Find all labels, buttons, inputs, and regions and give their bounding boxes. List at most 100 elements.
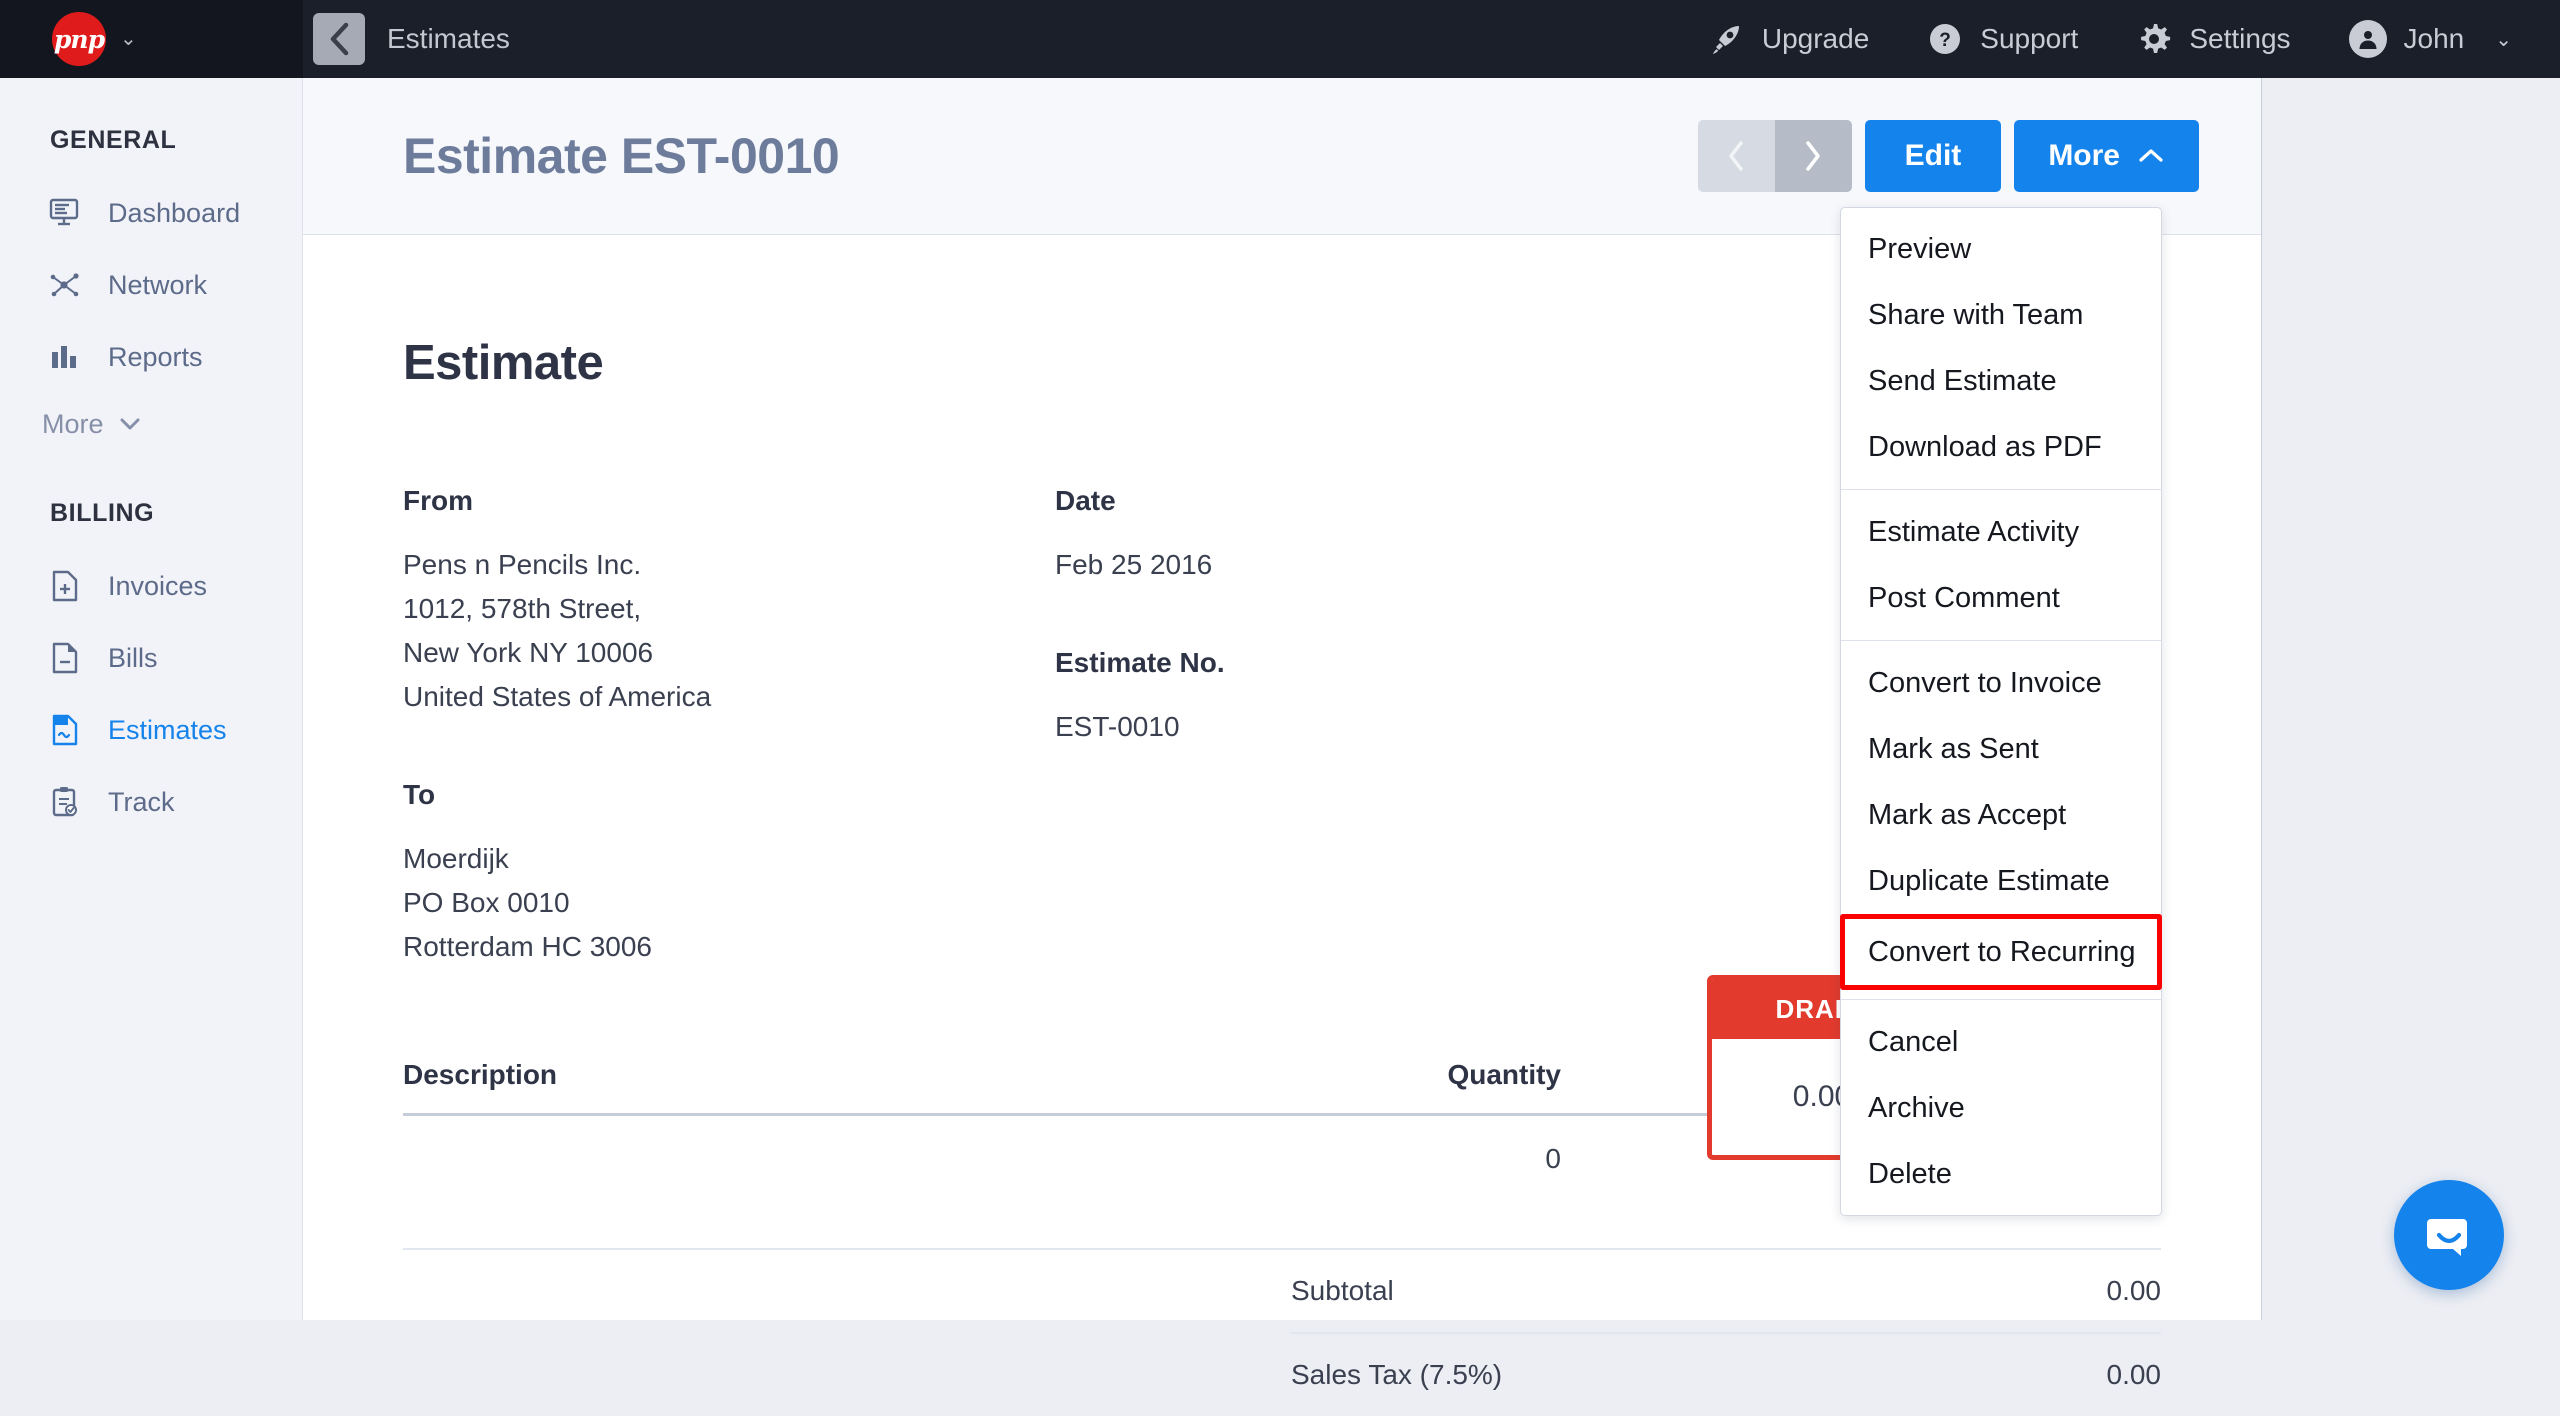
- chevron-down-icon[interactable]: ⌄: [120, 29, 137, 49]
- cell-quantity: 0: [1291, 1143, 1561, 1175]
- menu-item-estimate-activity[interactable]: Estimate Activity: [1841, 499, 2161, 565]
- sidebar-item-invoices[interactable]: Invoices: [0, 550, 302, 622]
- document-tilde-icon: [48, 714, 82, 746]
- sidebar-more-label: More: [42, 409, 104, 440]
- sidebar-item-dashboard[interactable]: Dashboard: [0, 177, 302, 249]
- menu-divider: [1841, 489, 2161, 490]
- support-label: Support: [1980, 23, 2078, 55]
- network-nodes-icon: [48, 270, 82, 300]
- question-circle-icon: ?: [1927, 21, 1963, 57]
- sidebar-item-reports[interactable]: Reports: [0, 321, 302, 393]
- upgrade-label: Upgrade: [1762, 23, 1869, 55]
- monitor-icon: [48, 198, 82, 228]
- menu-item-delete[interactable]: Delete: [1841, 1141, 2161, 1207]
- sidebar-item-label: Reports: [108, 342, 203, 373]
- support-button[interactable]: ? Support: [1927, 21, 2078, 57]
- menu-item-cancel[interactable]: Cancel: [1841, 1009, 2161, 1075]
- from-label: From: [403, 485, 1055, 517]
- user-menu[interactable]: John ⌄: [2349, 20, 2512, 58]
- next-estimate-button[interactable]: [1775, 120, 1852, 192]
- to-line: Moerdijk: [403, 837, 1055, 881]
- sidebar-item-label: Invoices: [108, 571, 207, 602]
- date-column: Date Feb 25 2016 Estimate No. EST-0010: [1055, 485, 1655, 969]
- menu-item-convert-to-recurring[interactable]: Convert to Recurring: [1840, 914, 2162, 990]
- chevron-left-icon: [1726, 140, 1746, 172]
- sales-tax-label: Sales Tax (7.5%): [1291, 1359, 1861, 1391]
- menu-item-archive[interactable]: Archive: [1841, 1075, 2161, 1141]
- menu-item-convert-to-invoice[interactable]: Convert to Invoice: [1841, 650, 2161, 716]
- to-line: Rotterdam HC 3006: [403, 925, 1055, 969]
- menu-item-download-as-pdf[interactable]: Download as PDF: [1841, 414, 2161, 480]
- to-line: PO Box 0010: [403, 881, 1055, 925]
- menu-divider: [1841, 640, 2161, 641]
- previous-estimate-button[interactable]: [1698, 120, 1775, 192]
- more-button[interactable]: More: [2014, 120, 2199, 192]
- sidebar-item-label: Dashboard: [108, 198, 240, 229]
- back-button[interactable]: [313, 13, 365, 65]
- sidebar-heading-general: GENERAL: [0, 126, 302, 155]
- gear-icon: [2136, 21, 2172, 57]
- edit-button[interactable]: Edit: [1865, 120, 2002, 192]
- svg-text:?: ?: [1939, 30, 1951, 51]
- settings-label: Settings: [2189, 23, 2290, 55]
- chat-bubble-smile-icon: [2420, 1206, 2478, 1264]
- top-bar: pnp ⌄ Estimates Upgrade ? Support: [0, 0, 2560, 78]
- page-title: Estimate EST-0010: [403, 127, 839, 185]
- date-value: Feb 25 2016: [1055, 543, 1655, 587]
- chevron-down-icon[interactable]: ⌄: [2495, 27, 2512, 52]
- chevron-up-icon: [2137, 147, 2165, 165]
- chevron-left-icon: [328, 22, 350, 56]
- document-minus-icon: [48, 642, 82, 674]
- brand-logo-icon[interactable]: pnp: [52, 12, 106, 66]
- sidebar-more-toggle[interactable]: More: [0, 393, 302, 455]
- menu-item-mark-as-sent[interactable]: Mark as Sent: [1841, 716, 2161, 782]
- sidebar-heading-billing: BILLING: [0, 499, 302, 528]
- chevron-down-icon: [118, 416, 142, 432]
- menu-item-duplicate-estimate[interactable]: Duplicate Estimate: [1841, 848, 2161, 914]
- sales-tax-value: 0.00: [1861, 1359, 2161, 1391]
- totals-row: Sales Tax (7.5%) 0.00: [1291, 1334, 2161, 1416]
- sidebar-item-label: Track: [108, 787, 175, 818]
- person-glyph-icon: [2356, 27, 2380, 51]
- upgrade-button[interactable]: Upgrade: [1709, 21, 1869, 57]
- breadcrumb[interactable]: Estimates: [387, 23, 510, 55]
- menu-item-send-estimate[interactable]: Send Estimate: [1841, 348, 2161, 414]
- document-plus-icon: [48, 570, 82, 602]
- sidebar-item-network[interactable]: Network: [0, 249, 302, 321]
- sidebar-item-estimates[interactable]: Estimates: [0, 694, 302, 766]
- from-line: New York NY 10006: [403, 631, 1055, 675]
- more-dropdown-menu: Preview Share with Team Send Estimate Do…: [1840, 207, 2162, 1216]
- chat-launcher-button[interactable]: [2394, 1180, 2504, 1290]
- estimate-no-value: EST-0010: [1055, 705, 1655, 749]
- logo-area[interactable]: pnp ⌄: [0, 0, 303, 78]
- top-navigation: Upgrade ? Support Settings John: [1651, 20, 2560, 58]
- estimate-no-label: Estimate No.: [1055, 647, 1655, 679]
- sidebar-item-label: Network: [108, 270, 207, 301]
- more-label: More: [2048, 139, 2120, 173]
- bar-chart-icon: [48, 342, 82, 372]
- subtotal-value: 0.00: [1861, 1275, 2161, 1307]
- from-column: From Pens n Pencils Inc. 1012, 578th Str…: [403, 485, 1055, 969]
- user-name: John: [2404, 23, 2465, 55]
- from-line: United States of America: [403, 675, 1055, 719]
- chevron-right-icon: [1803, 140, 1823, 172]
- menu-divider: [1841, 999, 2161, 1000]
- menu-item-mark-as-accept[interactable]: Mark as Accept: [1841, 782, 2161, 848]
- sidebar-item-bills[interactable]: Bills: [0, 622, 302, 694]
- subtotal-label: Subtotal: [1291, 1275, 1861, 1307]
- menu-item-post-comment[interactable]: Post Comment: [1841, 565, 2161, 631]
- sidebar-item-label: Bills: [108, 643, 158, 674]
- rocket-icon: [1709, 21, 1745, 57]
- settings-button[interactable]: Settings: [2136, 21, 2290, 57]
- sidebar-item-track[interactable]: Track: [0, 766, 302, 838]
- from-line: 1012, 578th Street,: [403, 587, 1055, 631]
- column-header-quantity: Quantity: [1291, 1059, 1561, 1091]
- sidebar: GENERAL Dashboard: [0, 78, 303, 1320]
- date-label: Date: [1055, 485, 1655, 517]
- totals-section: Subtotal 0.00 Sales Tax (7.5%) 0.00: [403, 1250, 2161, 1416]
- clipboard-check-icon: [48, 786, 82, 818]
- sidebar-item-label: Estimates: [108, 715, 227, 746]
- menu-item-preview[interactable]: Preview: [1841, 216, 2161, 282]
- menu-item-share-with-team[interactable]: Share with Team: [1841, 282, 2161, 348]
- header-actions: Edit More: [1698, 120, 2199, 192]
